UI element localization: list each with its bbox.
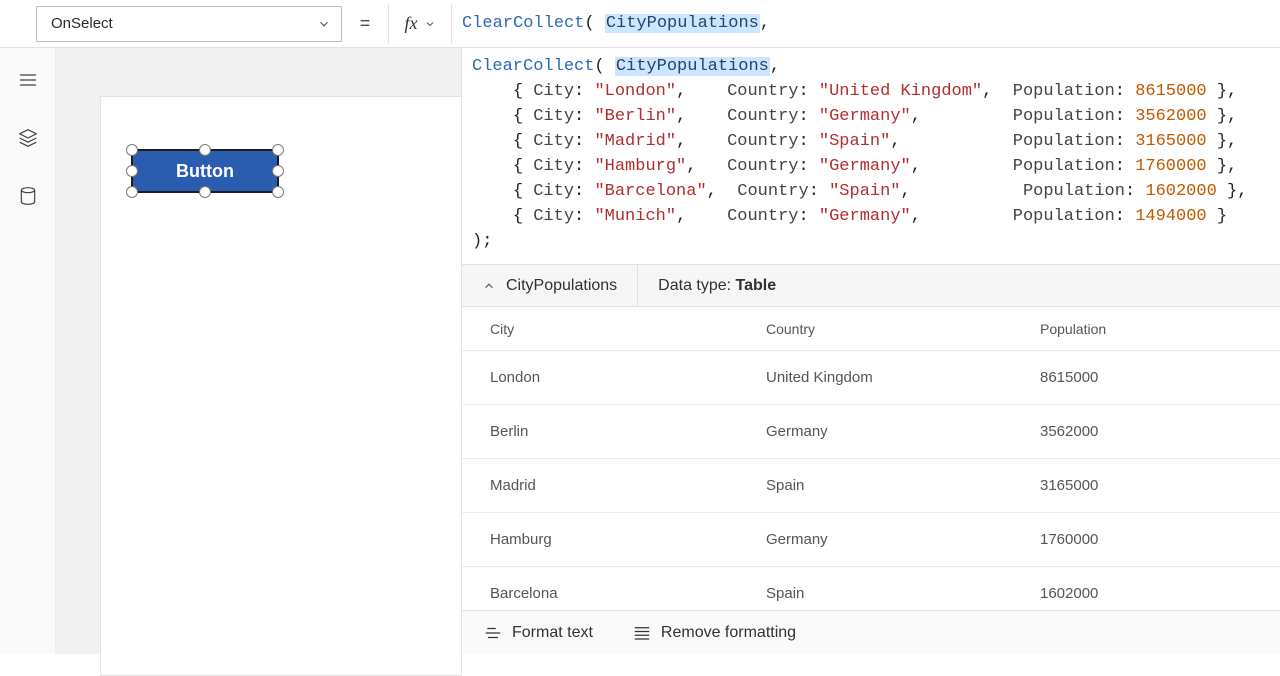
left-rail: [0, 48, 56, 654]
remove-formatting-button[interactable]: Remove formatting: [633, 624, 796, 642]
table-cell: 8615000: [1040, 369, 1252, 386]
table-cell: Barcelona: [490, 585, 766, 602]
table-cell: London: [490, 369, 766, 386]
fx-icon: fx: [405, 13, 418, 34]
format-text-label: Format text: [512, 624, 593, 642]
chevron-down-icon: [317, 17, 331, 31]
resize-handle[interactable]: [126, 186, 138, 198]
formula-pane: ClearCollect( CityPopulations, { City: "…: [462, 48, 1280, 654]
table-header-row: City Country Population: [462, 307, 1280, 351]
resize-handle[interactable]: [199, 144, 211, 156]
resize-handle[interactable]: [126, 144, 138, 156]
table-cell: United Kingdom: [766, 369, 1040, 386]
table-row[interactable]: BerlinGermany3562000: [462, 405, 1280, 459]
chevron-up-icon[interactable]: [482, 279, 496, 293]
canvas-button-label: Button: [176, 161, 234, 182]
table-header-cell: Country: [766, 321, 1040, 337]
format-text-icon: [484, 624, 502, 642]
table-cell: 1760000: [1040, 531, 1252, 548]
layers-icon[interactable]: [16, 126, 40, 150]
hamburger-icon[interactable]: [16, 68, 40, 92]
result-datatype-label: Data type:: [658, 277, 735, 294]
table-cell: Germany: [766, 423, 1040, 440]
table-cell: Spain: [766, 585, 1040, 602]
fx-button[interactable]: fx: [388, 4, 452, 44]
chevron-down-icon: [424, 18, 436, 30]
canvas-button-control[interactable]: Button: [131, 149, 279, 193]
formula-editor[interactable]: ClearCollect( CityPopulations, { City: "…: [462, 48, 1280, 265]
table-cell: 1602000: [1040, 585, 1252, 602]
result-header: CityPopulations Data type: Table: [462, 265, 1280, 307]
format-text-button[interactable]: Format text: [484, 624, 593, 642]
canvas-page[interactable]: Button: [100, 96, 462, 676]
table-cell: Germany: [766, 531, 1040, 548]
property-dropdown-value: OnSelect: [51, 15, 113, 32]
resize-handle[interactable]: [272, 144, 284, 156]
formula-topbar: OnSelect = fx ClearCollect( CityPopulati…: [0, 0, 1280, 48]
resize-handle[interactable]: [272, 186, 284, 198]
table-row[interactable]: LondonUnited Kingdom8615000: [462, 351, 1280, 405]
table-header-cell: City: [490, 321, 766, 337]
table-cell: 3562000: [1040, 423, 1252, 440]
formula-preview[interactable]: ClearCollect( CityPopulations,: [452, 14, 1280, 33]
remove-formatting-icon: [633, 624, 651, 642]
resize-handle[interactable]: [199, 186, 211, 198]
remove-formatting-label: Remove formatting: [661, 624, 796, 642]
resize-handle[interactable]: [126, 165, 138, 177]
table-cell: Berlin: [490, 423, 766, 440]
table-row[interactable]: MadridSpain3165000: [462, 459, 1280, 513]
resize-handle[interactable]: [272, 165, 284, 177]
result-datatype-value: Table: [736, 277, 777, 294]
table-cell: Madrid: [490, 477, 766, 494]
table-cell: 3165000: [1040, 477, 1252, 494]
formula-footer: Format text Remove formatting: [462, 610, 1280, 654]
table-header-cell: Population: [1040, 321, 1252, 337]
result-collection-name: CityPopulations: [506, 277, 617, 295]
table-cell: Spain: [766, 477, 1040, 494]
table-row[interactable]: HamburgGermany1760000: [462, 513, 1280, 567]
property-dropdown[interactable]: OnSelect: [36, 6, 342, 42]
table-row[interactable]: BarcelonaSpain1602000: [462, 567, 1280, 610]
equals-label: =: [342, 13, 388, 34]
canvas-area[interactable]: Button: [56, 48, 462, 654]
result-table: City Country Population LondonUnited Kin…: [462, 307, 1280, 610]
table-cell: Hamburg: [490, 531, 766, 548]
database-icon[interactable]: [16, 184, 40, 208]
